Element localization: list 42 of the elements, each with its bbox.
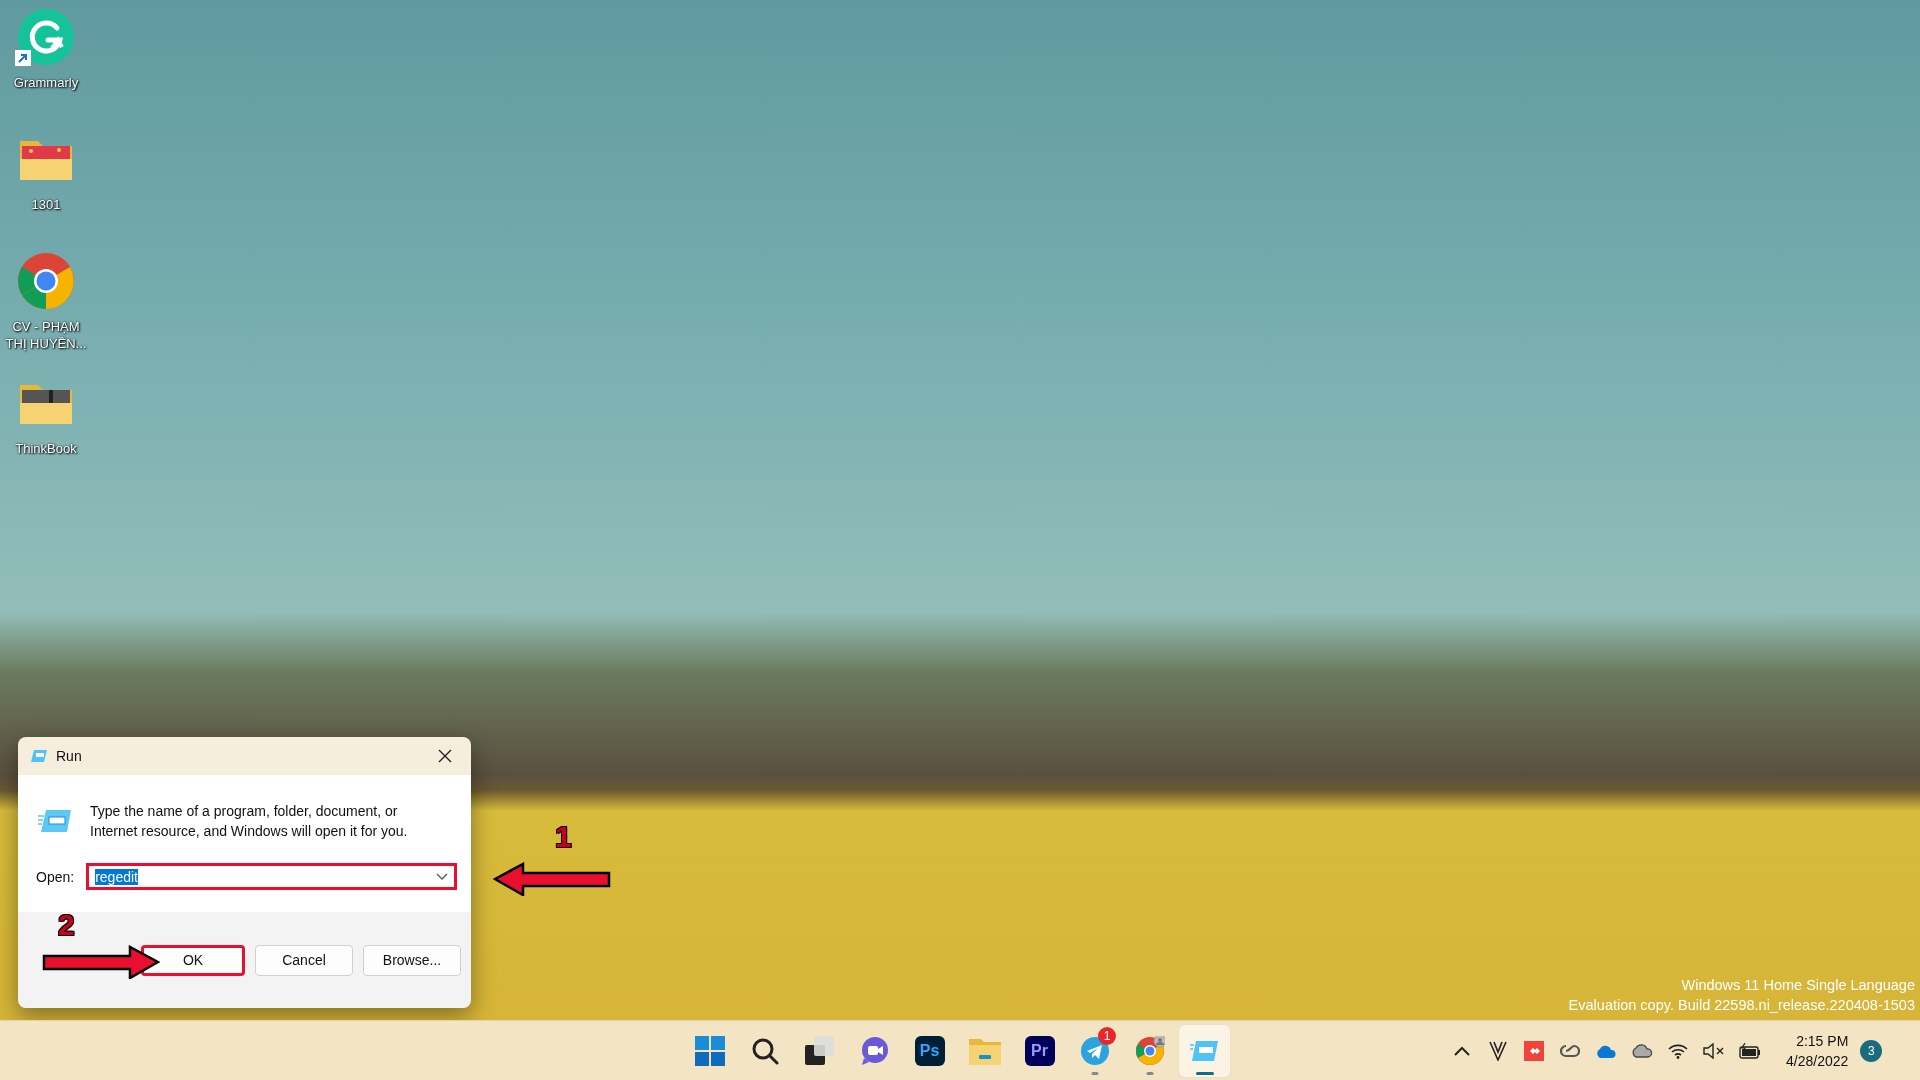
- taskbar-app-button[interactable]: 1: [1069, 1025, 1120, 1077]
- app-logo: Ps: [914, 1036, 945, 1066]
- chevron-up-icon: [1454, 1046, 1470, 1056]
- dialog-button[interactable]: Cancel: [255, 944, 353, 976]
- wifi-icon: [1668, 1043, 1688, 1059]
- chrome-logo-icon: [17, 252, 75, 310]
- system-build-text: Windows 11 Home Single Language: [1681, 976, 1915, 995]
- taskbar-app-button[interactable]: Pr: [1014, 1025, 1065, 1077]
- run-window-icon: [1189, 1039, 1220, 1063]
- cloud-icon: [1631, 1044, 1653, 1058]
- taskbar-app-button[interactable]: Ps: [904, 1025, 955, 1077]
- diamond-app-icon: [1524, 1041, 1544, 1061]
- dialog-button[interactable]: OK: [141, 944, 245, 976]
- close-icon: [438, 749, 452, 763]
- folder-icon: [968, 1037, 1001, 1065]
- speaker-muted-icon: [1703, 1043, 1725, 1059]
- cloud-icon: [1595, 1044, 1617, 1058]
- chrome-logo-icon: [1134, 1036, 1165, 1066]
- task-view-icon: [804, 1036, 835, 1066]
- run-window-icon: [38, 808, 72, 834]
- infinity-cloud-icon: [1560, 1044, 1580, 1058]
- app-logo: Pr: [1024, 1036, 1055, 1066]
- notification-badge[interactable]: 3: [1860, 1040, 1883, 1062]
- notification-badge: 1: [1098, 1027, 1116, 1045]
- step-number: 1: [555, 820, 572, 854]
- battery-charging-icon: [1739, 1043, 1761, 1059]
- dialog-button[interactable]: Browse...: [363, 944, 461, 976]
- video-chat-icon: [859, 1036, 890, 1066]
- clock-time[interactable]: 2:15 PM: [1796, 1031, 1849, 1051]
- run-window-icon: [30, 749, 48, 763]
- input-field[interactable]: regedit: [86, 863, 457, 890]
- grammarly-logo-icon: [17, 8, 75, 66]
- clock-date[interactable]: 4/28/2022: [1786, 1051, 1849, 1071]
- field-label: Open:: [36, 868, 75, 885]
- window-title: Run: [56, 748, 83, 764]
- chevron-down-icon: [436, 872, 448, 881]
- system-build-text: Evaluation copy. Build 22598.ni_release.220408-1503: [1568, 996, 1915, 1015]
- windows-start-icon: [694, 1036, 725, 1066]
- v-logo-icon: [1489, 1041, 1507, 1061]
- search-icon: [750, 1037, 779, 1065]
- instruction-text: Type the name of a program, folder, document, or Internet resource, and Windows will open it for you.: [90, 802, 409, 841]
- step-number: 2: [58, 908, 75, 942]
